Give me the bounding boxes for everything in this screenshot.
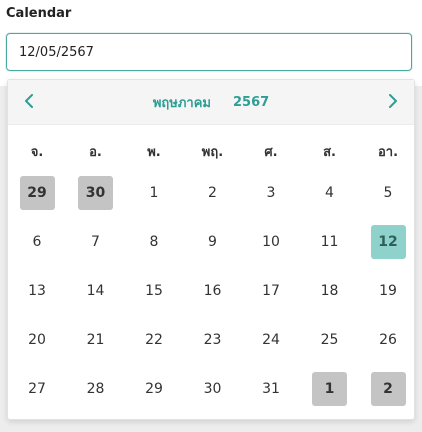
day-cell[interactable]: 24 [254, 323, 289, 357]
day-cell[interactable]: 15 [137, 274, 172, 308]
day-cell[interactable]: 26 [371, 323, 406, 357]
day-cell[interactable]: 31 [254, 372, 289, 406]
day-cell[interactable]: 3 [254, 176, 289, 210]
day-cell[interactable]: 13 [20, 274, 55, 308]
day-grid: 29 30 1 2 3 4 5 6 7 8 9 10 11 12 13 14 15 16 17 18 19 20 21 22 2… [8, 80, 414, 421]
day-cell[interactable]: 6 [20, 225, 55, 259]
day-cell[interactable]: 17 [254, 274, 289, 308]
day-cell[interactable]: 25 [312, 323, 347, 357]
day-cell-other-month[interactable]: 30 [78, 176, 113, 210]
day-cell[interactable]: 16 [195, 274, 230, 308]
day-cell[interactable]: 2 [195, 176, 230, 210]
day-cell[interactable]: 29 [137, 372, 172, 406]
date-input[interactable] [6, 33, 412, 71]
day-cell[interactable]: 21 [78, 323, 113, 357]
day-cell-other-month[interactable]: 1 [312, 372, 347, 406]
day-cell[interactable]: 14 [78, 274, 113, 308]
day-cell[interactable]: 10 [254, 225, 289, 259]
day-cell[interactable]: 4 [312, 176, 347, 210]
day-cell[interactable]: 30 [195, 372, 230, 406]
day-cell-selected[interactable]: 12 [370, 225, 406, 259]
day-cell[interactable]: 5 [371, 176, 406, 210]
day-cell[interactable]: 28 [78, 372, 113, 406]
day-cell[interactable]: 20 [20, 323, 55, 357]
day-cell[interactable]: 9 [195, 225, 230, 259]
day-cell[interactable]: 1 [137, 176, 172, 210]
day-cell[interactable]: 27 [20, 372, 55, 406]
day-cell[interactable]: 23 [195, 323, 230, 357]
day-cell-other-month[interactable]: 29 [19, 176, 55, 210]
day-cell-other-month[interactable]: 2 [370, 372, 406, 406]
day-cell[interactable]: 11 [312, 225, 347, 259]
day-cell[interactable]: 22 [137, 323, 172, 357]
day-cell[interactable]: 18 [312, 274, 347, 308]
field-label: Calendar [6, 6, 72, 21]
day-cell[interactable]: 8 [137, 225, 172, 259]
day-cell[interactable]: 19 [371, 274, 406, 308]
calendar-popup: พฤษภาคม 2567 จ. อ. พ. พฤ. ศ. ส. อา. 29 30 1 2 3 4 5 6… [7, 79, 415, 420]
day-cell[interactable]: 7 [78, 225, 113, 259]
